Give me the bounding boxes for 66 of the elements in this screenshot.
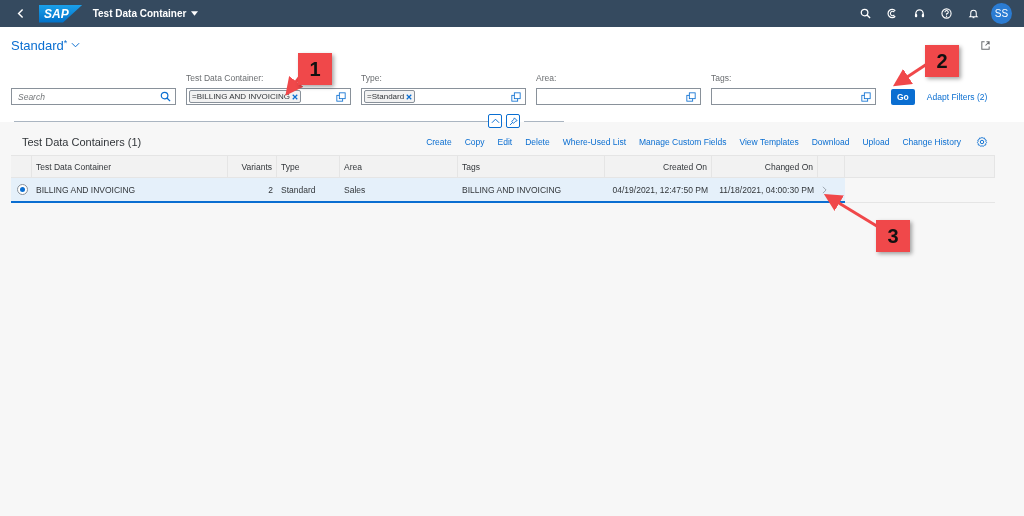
adapt-filters-link[interactable]: Adapt Filters (2) xyxy=(926,89,988,105)
search-icon[interactable] xyxy=(160,91,171,102)
filter-token[interactable]: =Standard xyxy=(364,90,416,103)
caret-icon xyxy=(191,11,199,16)
help-icon[interactable] xyxy=(941,8,952,19)
variant-selector[interactable]: Standard$^{*}$ xyxy=(11,37,81,53)
copilot-icon[interactable] xyxy=(887,8,898,19)
toolbar-action[interactable]: Where-Used List xyxy=(562,137,627,147)
value-help-icon[interactable] xyxy=(686,91,696,102)
callout-number: 3 xyxy=(876,220,910,252)
table-title: Test Data Containers (1) xyxy=(22,136,142,148)
pin-button[interactable] xyxy=(506,114,520,128)
collapse-button[interactable] xyxy=(488,114,502,128)
filter-label: Tags: xyxy=(711,73,733,83)
filter-token[interactable]: =BILLING AND INVOICING xyxy=(189,90,302,103)
column-header[interactable]: Changed On xyxy=(712,155,818,178)
column-header[interactable]: Test Data Container xyxy=(32,155,228,178)
go-button[interactable]: Go xyxy=(891,89,915,105)
remove-icon[interactable] xyxy=(406,93,413,100)
column-header[interactable]: Type xyxy=(277,155,340,178)
value-help-icon[interactable] xyxy=(336,91,346,102)
table-cell: BILLING AND INVOICING xyxy=(458,178,605,203)
column-header[interactable]: Created On xyxy=(605,155,712,178)
table-cell: 04/19/2021, 12:47:50 PM xyxy=(605,178,712,203)
callout-number: 1 xyxy=(298,53,332,85)
toolbar-action[interactable]: View Templates xyxy=(739,137,799,147)
toolbar-action[interactable]: Copy xyxy=(464,137,485,147)
table-cell: 11/18/2021, 04:00:30 PM xyxy=(712,178,818,203)
column-header[interactable]: Area xyxy=(340,155,458,178)
settings-icon[interactable] xyxy=(976,136,988,148)
bell-icon[interactable] xyxy=(968,8,979,19)
filter-label: Test Data Container: xyxy=(186,73,265,83)
column-header[interactable]: Tags xyxy=(458,155,605,178)
back-icon[interactable] xyxy=(17,8,25,19)
toolbar-action[interactable]: Change History xyxy=(902,137,961,147)
row-radio-button[interactable] xyxy=(17,184,28,195)
table-cell: Sales xyxy=(340,178,458,203)
toolbar-action[interactable]: Download xyxy=(811,137,850,147)
table-cell: BILLING AND INVOICING xyxy=(32,178,228,203)
share-icon[interactable] xyxy=(980,39,991,51)
filter-label: Area: xyxy=(536,73,558,83)
filter-field[interactable]: =Standard xyxy=(361,88,526,105)
filter-field[interactable]: =BILLING AND INVOICING xyxy=(186,88,351,105)
table-cell: 2 xyxy=(228,178,277,203)
toolbar-action[interactable]: Upload xyxy=(862,137,890,147)
toolbar-action[interactable]: Delete xyxy=(525,137,550,147)
value-help-icon[interactable] xyxy=(511,91,521,102)
value-help-icon[interactable] xyxy=(861,91,871,102)
filter-field[interactable] xyxy=(536,88,701,105)
search-field[interactable]: Search xyxy=(11,88,176,105)
chevron-down-icon xyxy=(71,42,81,48)
filter-label: Type: xyxy=(361,73,383,83)
search-icon[interactable] xyxy=(860,8,871,19)
user-avatar[interactable]: SS xyxy=(991,3,1012,24)
toolbar-action[interactable]: Create xyxy=(426,137,452,147)
filter-field[interactable] xyxy=(711,88,876,105)
headset-icon[interactable] xyxy=(914,8,925,19)
table-cell: Standard xyxy=(277,178,340,203)
toolbar-action[interactable]: Manage Custom Fields xyxy=(639,137,727,147)
chevron-up-icon xyxy=(490,118,500,124)
sap-logo: SAP xyxy=(39,4,83,23)
remove-icon[interactable] xyxy=(292,93,299,100)
column-header[interactable]: Variants xyxy=(228,155,277,178)
toolbar-action[interactable]: Edit xyxy=(497,137,513,147)
callout-number: 2 xyxy=(925,45,959,77)
app-title-menu[interactable]: Test Data Container xyxy=(92,8,199,19)
